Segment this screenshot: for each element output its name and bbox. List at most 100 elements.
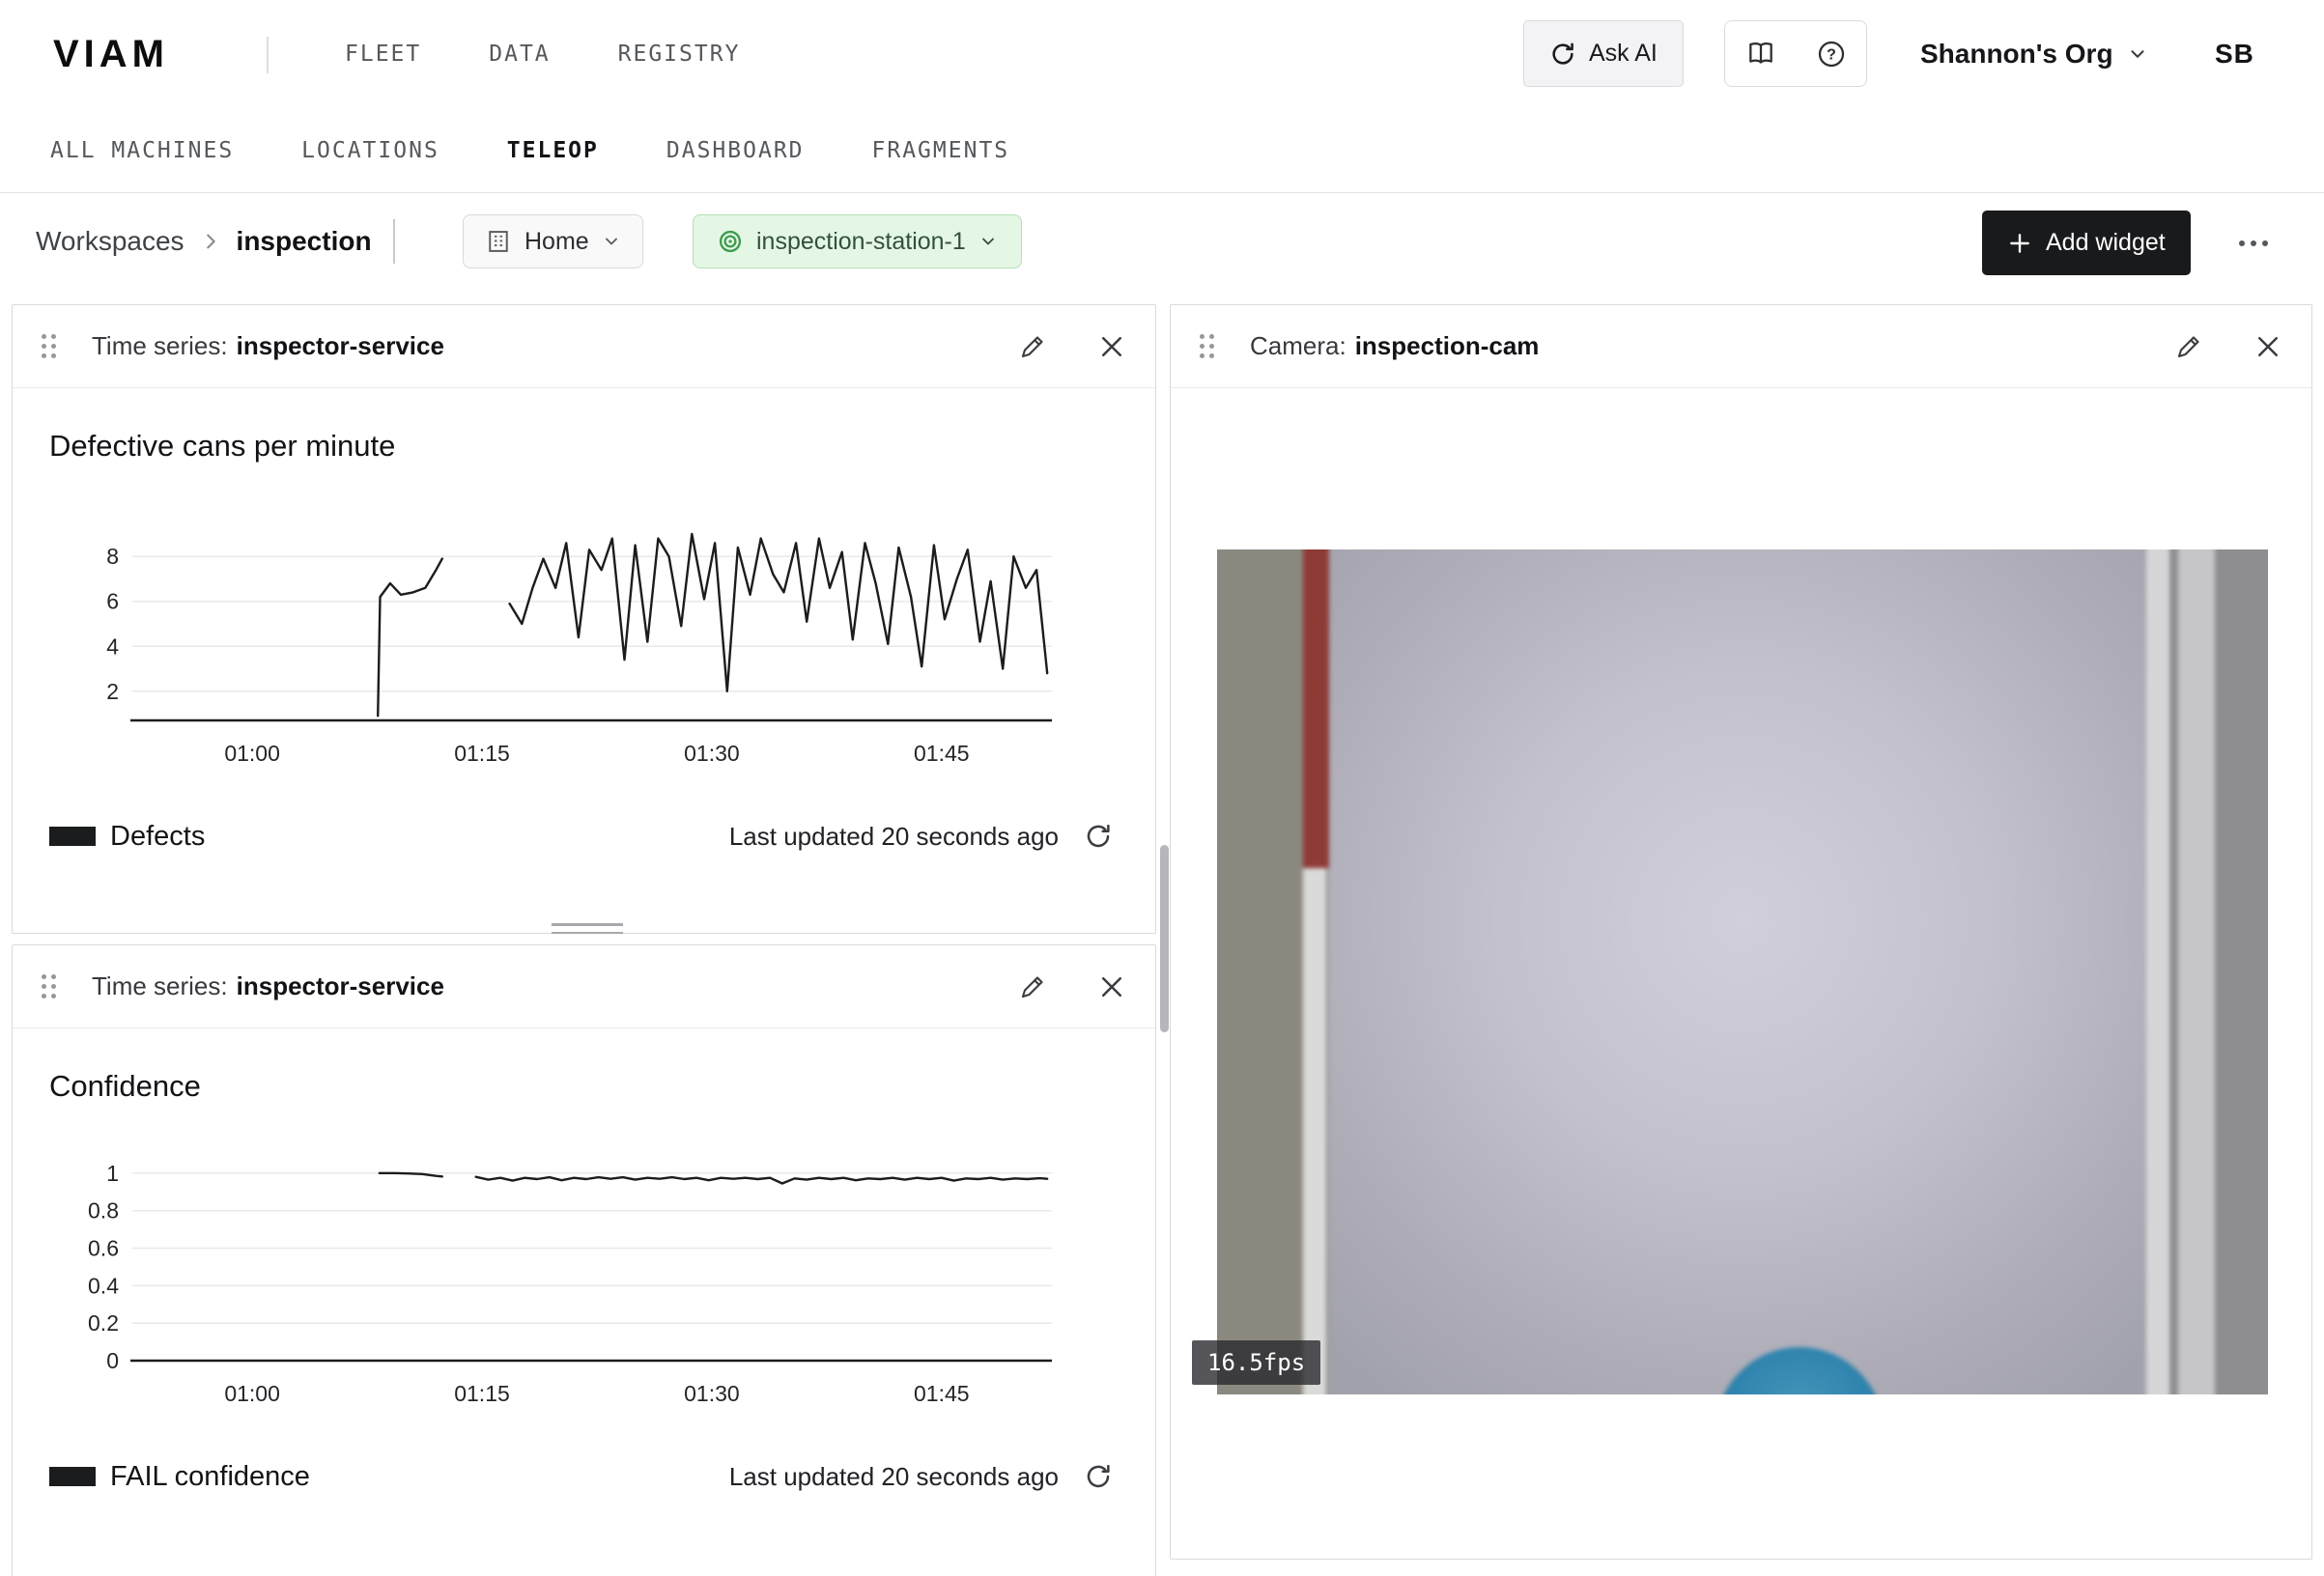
org-name: Shannon's Org [1920,39,2113,70]
svg-text:0.4: 0.4 [88,1273,119,1298]
svg-text:0.8: 0.8 [88,1198,119,1224]
legend-label: Defects [110,821,205,853]
ask-ai-label: Ask AI [1589,40,1658,68]
defects-timeseries-chart: 246801:0001:1501:3001:45 [13,498,1155,775]
widget-type-label: Time series: [92,971,228,1001]
last-updated-text: Last updated 20 seconds ago [729,1462,1059,1492]
edit-pencil-icon[interactable] [1018,972,1047,1001]
close-icon[interactable] [1097,972,1126,1001]
camera-widget: Camera: inspection-cam 16.5fps [1170,304,2312,1560]
edit-pencil-icon[interactable] [1018,332,1047,361]
widget-service-name: inspector-service [237,331,444,361]
widget-title: Time series: inspector-service [92,971,444,1001]
widget-type-label: Camera: [1250,331,1346,361]
ask-ai-button[interactable]: Ask AI [1523,20,1684,87]
chevron-down-icon [602,232,621,251]
svg-text:01:15: 01:15 [454,741,510,766]
legend-swatch [49,827,96,846]
svg-text:0.6: 0.6 [88,1236,119,1261]
location-label: Home [524,228,589,256]
svg-text:01:15: 01:15 [454,1381,510,1406]
subnav-dashboard[interactable]: DASHBOARD [666,138,805,163]
widget-title: Time series: inspector-service [92,331,444,361]
toolbar-overflow-menu[interactable] [2239,236,2283,251]
viam-logo[interactable]: VIAM [53,33,169,76]
widget-header: Time series: inspector-service [13,305,1155,388]
org-switcher[interactable]: Shannon's Org [1920,0,2148,108]
workspace-name-divider [393,219,395,264]
drag-handle-icon[interactable] [1196,332,1217,361]
widget-footer: FAIL confidence Last updated 20 seconds … [49,1455,1113,1498]
nav-item-data[interactable]: DATA [489,42,550,67]
widget-header: Camera: inspection-cam [1171,305,2311,388]
workspace-name-field[interactable]: inspection [237,226,372,257]
refresh-icon[interactable] [1084,822,1113,851]
widget-title: Camera: inspection-cam [1250,331,1539,361]
widget-service-name: inspector-service [237,971,444,1001]
camera-image [1217,549,2268,1394]
legend-label: FAIL confidence [110,1461,310,1493]
book-icon [1745,39,1776,70]
camera-feed [1217,549,2268,1394]
legend-swatch [49,1467,96,1486]
svg-text:01:30: 01:30 [684,1381,740,1406]
docs-button[interactable] [1725,21,1796,86]
subnav-all-machines[interactable]: ALL MACHINES [50,138,234,163]
chevron-right-icon [200,231,221,252]
subnav-locations[interactable]: LOCATIONS [301,138,439,163]
subnav-teleop[interactable]: TELEOP [507,138,599,163]
ellipsis-icon [2239,240,2245,246]
logo-divider [267,37,269,73]
chart-legend: Defects [49,821,205,853]
chart-title: Confidence [49,1069,201,1104]
chart-legend: FAIL confidence [49,1461,310,1493]
plus-icon [2007,231,2032,256]
nav-item-registry[interactable]: REGISTRY [618,42,741,67]
breadcrumb-workspaces[interactable]: Workspaces [36,226,184,257]
close-icon[interactable] [1097,332,1126,361]
widget-actions [2174,332,2282,361]
drag-handle-icon[interactable] [38,972,59,1001]
chevron-down-icon [2127,43,2148,65]
svg-text:01:00: 01:00 [224,1381,280,1406]
add-widget-button[interactable]: Add widget [1982,211,2191,275]
chart-title: Defective cans per minute [49,429,395,464]
svg-text:6: 6 [106,589,119,614]
last-updated-text: Last updated 20 seconds ago [729,822,1059,852]
fps-badge: 16.5fps [1192,1340,1320,1385]
close-icon[interactable] [2253,332,2282,361]
svg-text:8: 8 [106,544,119,569]
top-bar: VIAM FLEET DATA REGISTRY Ask AI ? Shanno… [0,0,2324,108]
edit-pencil-icon[interactable] [2174,332,2203,361]
widget-footer: Defects Last updated 20 seconds ago [49,815,1113,858]
widget-actions [1018,972,1126,1001]
refresh-icon[interactable] [1084,1462,1113,1491]
svg-text:?: ? [1827,46,1836,63]
fleet-subnav: ALL MACHINES LOCATIONS TELEOP DASHBOARD … [0,108,2324,193]
drag-handle-icon[interactable] [38,332,59,361]
add-widget-label: Add widget [2046,229,2166,257]
svg-text:01:45: 01:45 [914,741,970,766]
nav-item-fleet[interactable]: FLEET [345,42,421,67]
user-avatar[interactable]: SB [2215,0,2254,108]
subnav-fragments[interactable]: FRAGMENTS [872,138,1010,163]
svg-text:0.2: 0.2 [88,1310,119,1336]
widget-actions [1018,332,1126,361]
machine-name-label: inspection-station-1 [756,228,966,256]
breadcrumb: Workspaces inspection [36,193,395,290]
svg-text:2: 2 [106,679,119,704]
building-icon [485,228,512,255]
timeseries-widget-defects: Time series: inspector-service Defective… [12,304,1156,934]
primary-nav: FLEET DATA REGISTRY [345,0,740,108]
widget-resize-handle[interactable] [552,923,623,937]
workspace-toolbar: Workspaces inspection Home inspection-st… [0,193,2324,304]
scrollbar-thumb[interactable] [1160,845,1169,1032]
location-dropdown[interactable]: Home [463,214,643,268]
svg-text:01:45: 01:45 [914,1381,970,1406]
timeseries-widget-confidence: Time series: inspector-service Confidenc… [12,944,1156,1576]
machine-selector-pill[interactable]: inspection-station-1 [693,214,1022,268]
ai-refresh-icon [1549,41,1576,68]
widget-service-name: inspection-cam [1355,331,1540,361]
help-button[interactable]: ? [1796,21,1866,86]
widget-header: Time series: inspector-service [13,945,1155,1028]
